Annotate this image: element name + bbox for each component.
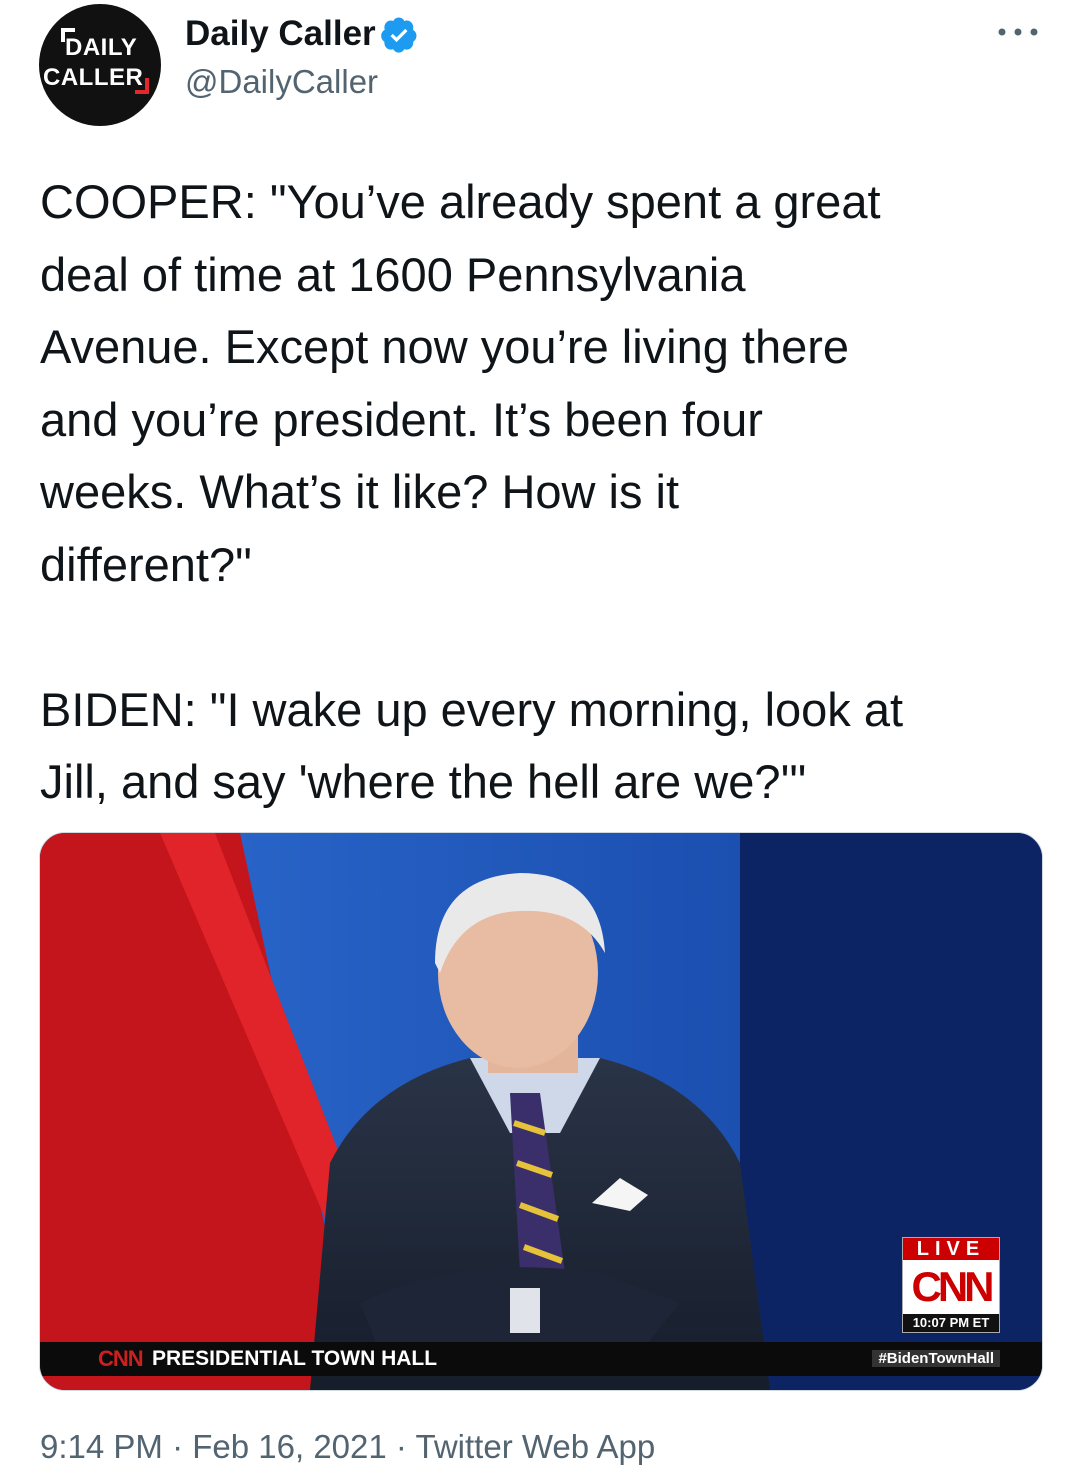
verified-badge-icon [381, 17, 417, 53]
logo-text-daily: DAILY [65, 34, 138, 61]
tweet-text: COOPER: "You’ve already spent a great de… [40, 175, 904, 808]
meta-separator: · [395, 1428, 407, 1465]
lower-third-banner: CNN PRESIDENTIAL TOWN HALL #BidenTownHal… [40, 1342, 1042, 1376]
meta-separator: · [172, 1428, 184, 1465]
lower-third-title: PRESIDENTIAL TOWN HALL [152, 1347, 438, 1370]
video-frame [40, 833, 1042, 1390]
author-handle[interactable]: @DailyCaller [185, 63, 378, 101]
tweet-date[interactable]: Feb 16, 2021 [192, 1428, 387, 1465]
tweet-time[interactable]: 9:14 PM [40, 1428, 163, 1465]
live-label: LIVE [903, 1238, 999, 1260]
broadcast-time: 10:07 PM ET [903, 1314, 999, 1332]
lower-third-logo: CNN [98, 1346, 144, 1371]
tweet-meta: 9:14 PM · Feb 16, 2021 · Twitter Web App [40, 1428, 655, 1466]
cnn-live-bug: LIVE CNN 10:07 PM ET [902, 1237, 1000, 1333]
logo-corner-mark-red [135, 78, 149, 94]
broadcast-hashtag: #BidenTownHall [872, 1350, 1000, 1367]
cnn-logo: CNN [911, 1263, 995, 1310]
more-dots-icon[interactable] [996, 22, 1040, 42]
logo-text-caller: CALLER [43, 64, 144, 91]
avatar[interactable]: DAILY CALLER [39, 4, 161, 126]
tweet-media-video[interactable]: LIVE CNN 10:07 PM ET CNN PRESIDENTIAL TO… [39, 832, 1043, 1391]
author-name[interactable]: Daily Caller [185, 14, 376, 54]
tweet-source[interactable]: Twitter Web App [416, 1428, 656, 1465]
